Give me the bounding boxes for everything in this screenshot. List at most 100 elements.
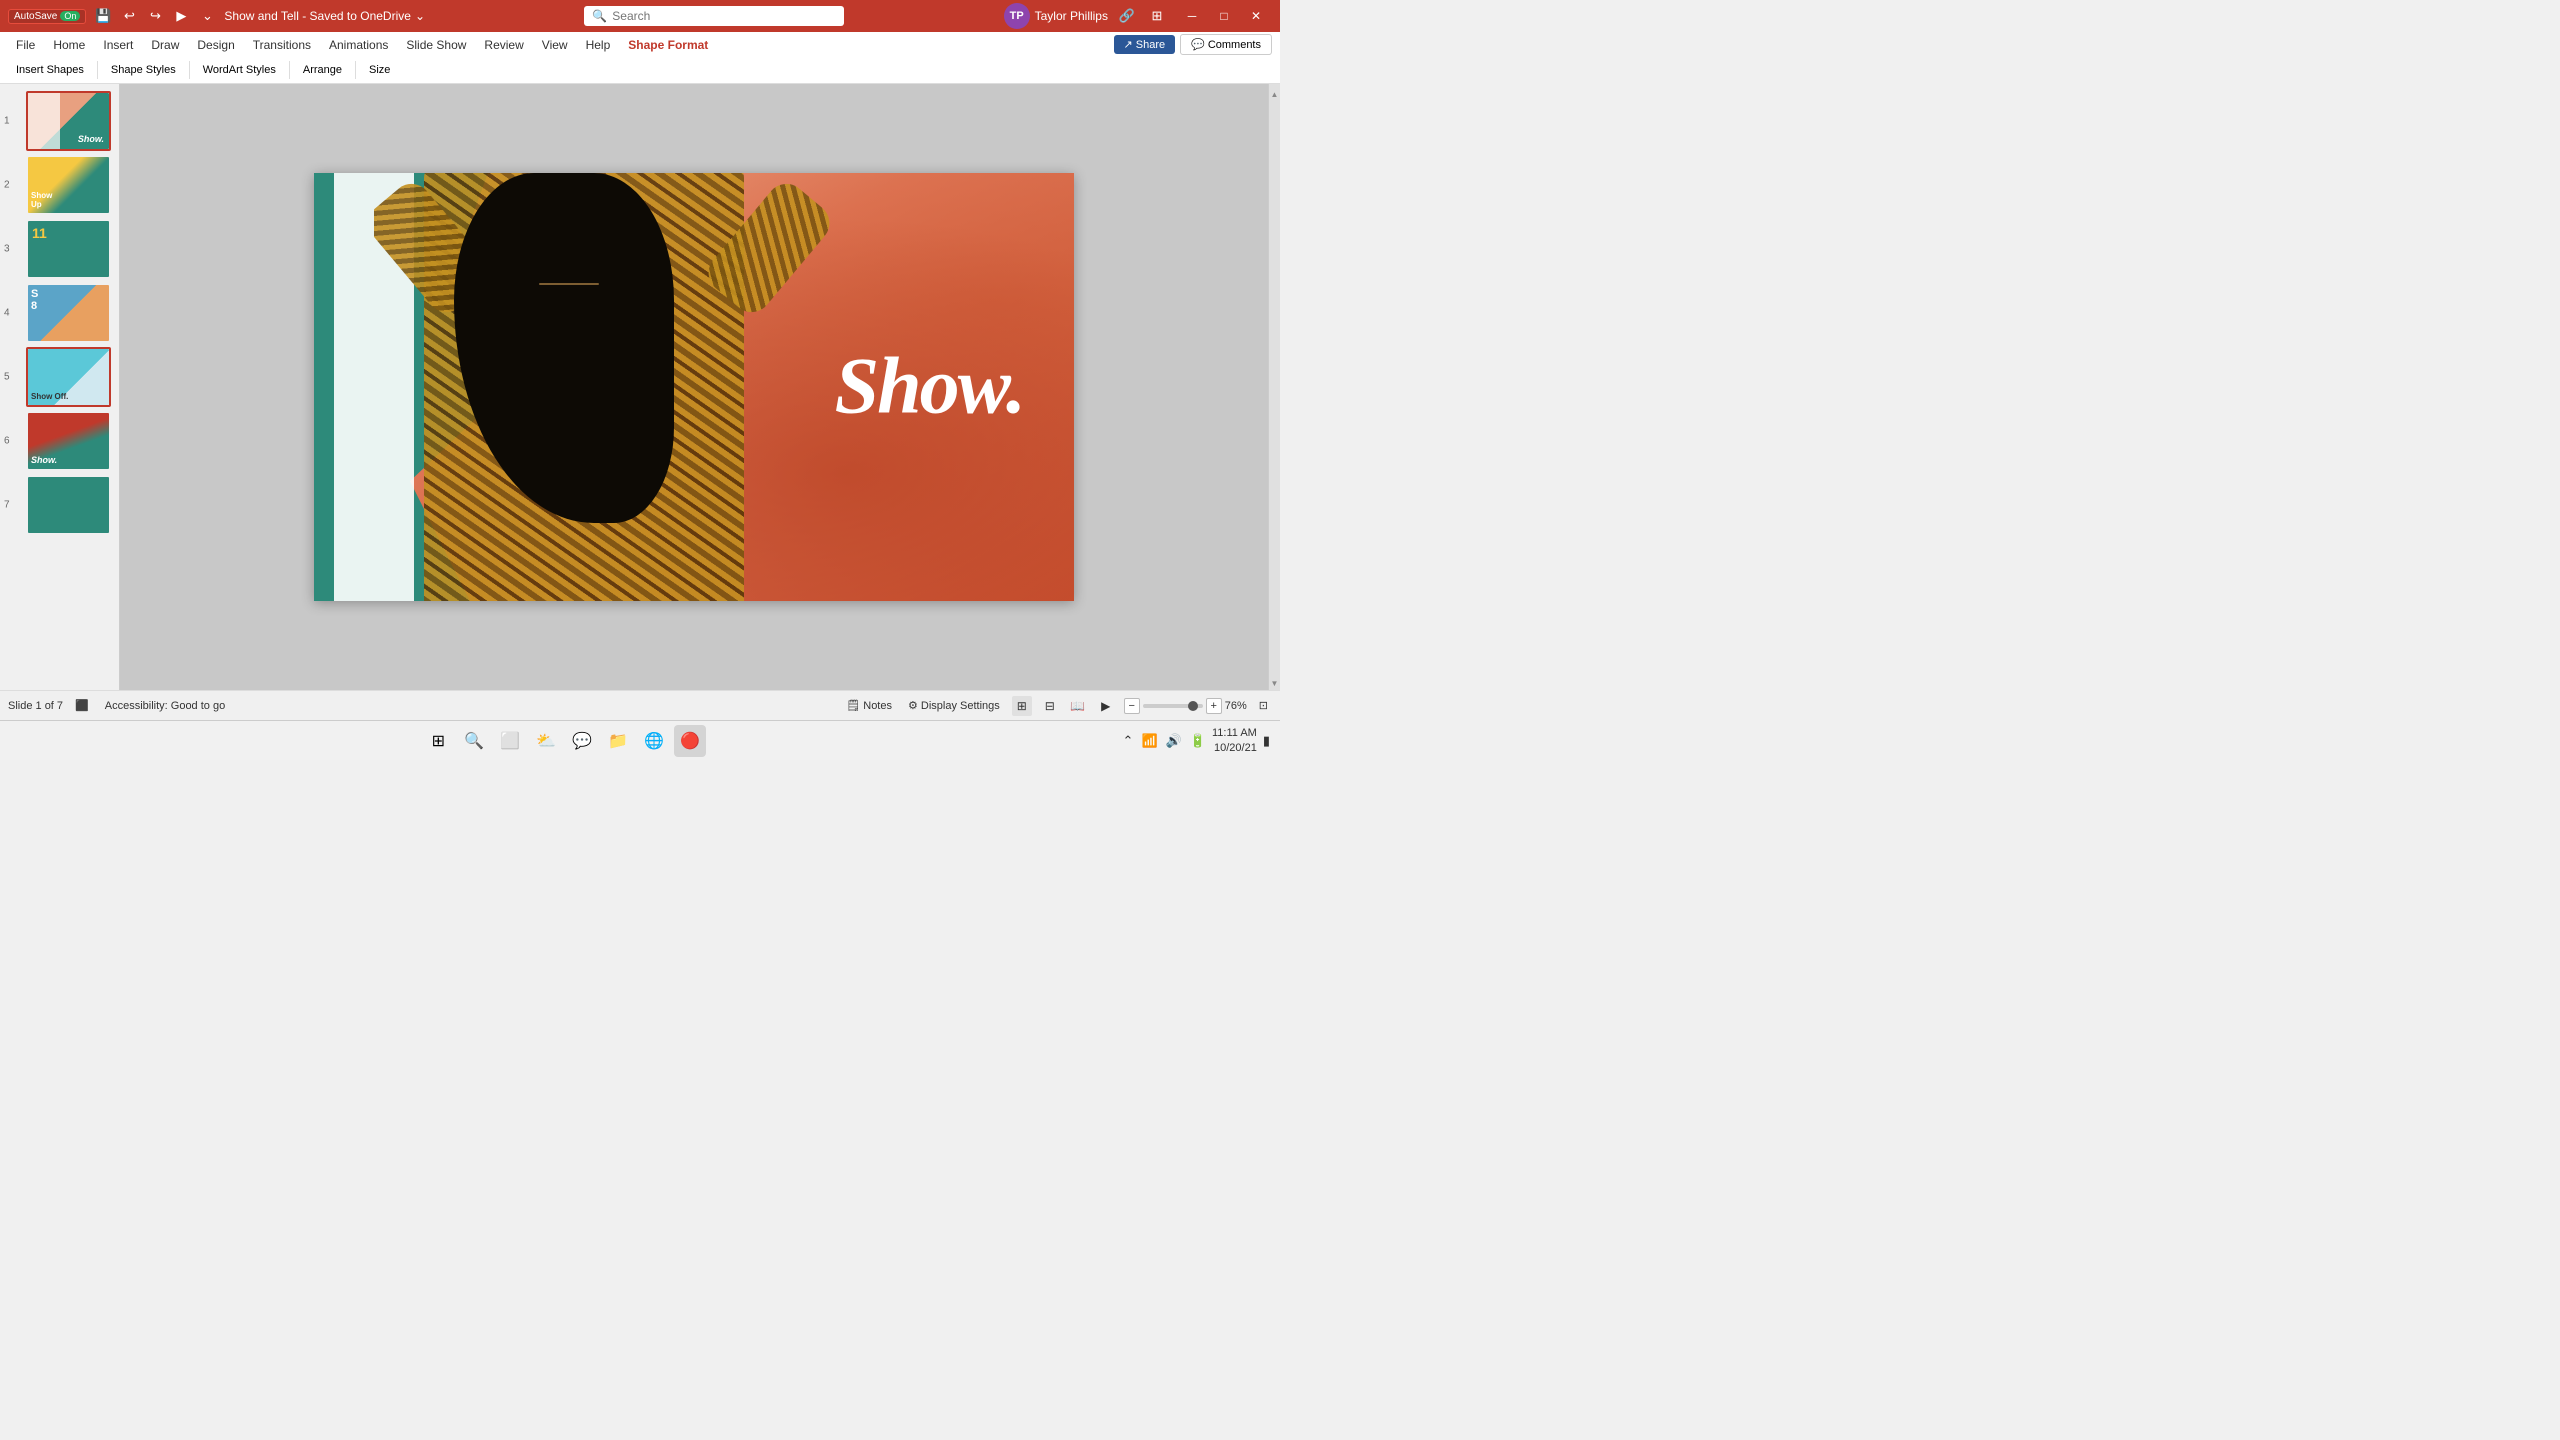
- notes-button[interactable]: 🗒 Notes: [842, 697, 896, 714]
- slide-number-6: 6: [4, 436, 10, 447]
- size-btn[interactable]: Size: [361, 62, 398, 78]
- menu-file[interactable]: File: [8, 36, 43, 54]
- menu-review[interactable]: Review: [476, 36, 531, 54]
- fit-to-window-button[interactable]: ⊡: [1255, 697, 1272, 714]
- zoom-level: 76%: [1225, 700, 1247, 712]
- reading-view-button[interactable]: 📖: [1068, 696, 1088, 716]
- toolbar: Insert Shapes Shape Styles WordArt Style…: [0, 58, 1280, 84]
- tray-battery[interactable]: 🔋: [1188, 731, 1208, 751]
- menu-bar: File Home Insert Draw Design Transitions…: [0, 32, 1280, 58]
- accessibility-icon[interactable]: Accessibility: Good to go: [101, 698, 229, 714]
- minimize-button[interactable]: ─: [1176, 2, 1208, 30]
- user-avatar: TP: [1004, 3, 1030, 29]
- slideshow-view-button[interactable]: ▶: [1096, 696, 1116, 716]
- slide-number-7: 7: [4, 500, 10, 511]
- comments-icon: 💬: [1191, 38, 1205, 51]
- date-display: 10/20/21: [1212, 741, 1257, 755]
- taskbar-center: ⊞ 🔍 ⬜ ⛅ 💬 📁 🌐 🔴: [422, 725, 706, 757]
- search-bar[interactable]: 🔍: [584, 6, 844, 26]
- toolbar-separator-3: [289, 61, 290, 79]
- canvas-area[interactable]: Show.: [120, 84, 1268, 690]
- slide-thumb-1[interactable]: Show.: [26, 91, 111, 151]
- slide-thumb-2[interactable]: ShowUp: [26, 155, 111, 215]
- title-bar-right: TP Taylor Phillips 🔗 ⊞ ─ □ ✕: [1004, 2, 1272, 30]
- normal-view-button[interactable]: ⊞: [1012, 696, 1032, 716]
- more-options-icon[interactable]: ⌄: [196, 5, 218, 27]
- menu-help[interactable]: Help: [578, 36, 619, 54]
- display-settings-label: Display Settings: [921, 700, 1000, 712]
- comments-label: Comments: [1208, 39, 1261, 51]
- menu-view[interactable]: View: [534, 36, 576, 54]
- slide-preview-3: 11: [28, 221, 109, 277]
- zoom-out-button[interactable]: −: [1124, 698, 1140, 714]
- title-bar-left: AutoSave On 💾 ↩ ↪ ▶ ⌄ Show and Tell - Sa…: [8, 5, 425, 27]
- status-right: 🗒 Notes ⚙ Display Settings ⊞ ⊟ 📖 ▶ − + 7…: [842, 696, 1272, 716]
- slide-thumb-6[interactable]: Show.: [26, 411, 111, 471]
- sidebar-arrow-down[interactable]: ▼: [1269, 677, 1281, 690]
- comments-button[interactable]: 💬 Comments: [1180, 34, 1272, 55]
- system-tray: ⌃ 📶 🔊 🔋: [1121, 731, 1208, 751]
- tray-chevron[interactable]: ⌃: [1121, 731, 1136, 751]
- autosave-label: AutoSave: [14, 11, 57, 22]
- undo-icon[interactable]: ↩: [118, 5, 140, 27]
- taskbar-start[interactable]: ⊞: [422, 725, 454, 757]
- accessibility-label: Accessibility: Good to go: [105, 700, 225, 712]
- wordart-styles-btn[interactable]: WordArt Styles: [195, 62, 284, 78]
- datetime[interactable]: 11:11 AM 10/20/21: [1212, 726, 1257, 755]
- taskbar-search[interactable]: 🔍: [458, 725, 490, 757]
- insert-shapes-btn[interactable]: Insert Shapes: [8, 62, 92, 78]
- slide-number-3: 3: [4, 244, 10, 255]
- slide-thumb-3[interactable]: 11: [26, 219, 111, 279]
- tray-volume[interactable]: 🔊: [1164, 731, 1184, 751]
- autosave-badge[interactable]: AutoSave On: [8, 9, 86, 24]
- slide-thumb-4[interactable]: S8: [26, 283, 111, 343]
- slide-notes-toggle-icon[interactable]: ⬛: [71, 697, 93, 714]
- close-button[interactable]: ✕: [1240, 2, 1272, 30]
- slide-thumb-7[interactable]: [26, 475, 111, 535]
- slide-thumb-5[interactable]: Show Off.: [26, 347, 111, 407]
- taskbar-edge[interactable]: 🌐: [638, 725, 670, 757]
- share-button[interactable]: ↗ Share: [1114, 35, 1176, 54]
- slide-number-4: 4: [4, 308, 10, 319]
- linkedin-icon[interactable]: 🔗: [1116, 5, 1138, 27]
- menu-transitions[interactable]: Transitions: [245, 36, 319, 54]
- restore-button[interactable]: □: [1208, 2, 1240, 30]
- present-icon[interactable]: ▶: [170, 5, 192, 27]
- zoom-in-button[interactable]: +: [1206, 698, 1222, 714]
- main-slide[interactable]: Show.: [314, 173, 1074, 601]
- tray-network[interactable]: 📶: [1139, 731, 1159, 751]
- sidebar-arrow-up[interactable]: ▲: [1269, 88, 1281, 101]
- taskbar-explorer[interactable]: 📁: [602, 725, 634, 757]
- slide-sorter-button[interactable]: ⊟: [1040, 696, 1060, 716]
- autosave-toggle[interactable]: On: [60, 11, 80, 21]
- menu-slideshow[interactable]: Slide Show: [398, 36, 474, 54]
- taskbar-widgets[interactable]: ⛅: [530, 725, 562, 757]
- person-necklace: [539, 283, 599, 285]
- zoom-thumb[interactable]: [1188, 701, 1198, 711]
- slide-person-area: [374, 173, 854, 601]
- title-bar: AutoSave On 💾 ↩ ↪ ▶ ⌄ Show and Tell - Sa…: [0, 0, 1280, 32]
- search-input[interactable]: [612, 9, 836, 23]
- zoom-slider[interactable]: [1143, 704, 1203, 708]
- redo-icon[interactable]: ↪: [144, 5, 166, 27]
- shape-styles-btn[interactable]: Shape Styles: [103, 62, 184, 78]
- arrange-btn[interactable]: Arrange: [295, 62, 350, 78]
- taskbar-chat[interactable]: 💬: [566, 725, 598, 757]
- taskbar-taskview[interactable]: ⬜: [494, 725, 526, 757]
- display-settings-button[interactable]: ⚙ Display Settings: [904, 697, 1004, 714]
- menu-insert[interactable]: Insert: [95, 36, 141, 54]
- doc-title-chevron[interactable]: ⌄: [415, 9, 425, 23]
- menu-animations[interactable]: Animations: [321, 36, 396, 54]
- menu-home[interactable]: Home: [45, 36, 93, 54]
- document-title: Show and Tell - Saved to OneDrive ⌄: [224, 9, 425, 23]
- status-left: Slide 1 of 7 ⬛ Accessibility: Good to go: [8, 697, 229, 714]
- menu-design[interactable]: Design: [189, 36, 242, 54]
- show-desktop-button[interactable]: ▮: [1261, 731, 1272, 751]
- save-icon[interactable]: 💾: [92, 5, 114, 27]
- menu-shape-format[interactable]: Shape Format: [620, 36, 716, 54]
- menu-draw[interactable]: Draw: [143, 36, 187, 54]
- taskbar-powerpoint[interactable]: 🔴: [674, 725, 706, 757]
- switch-account-icon[interactable]: ⊞: [1146, 5, 1168, 27]
- user-info[interactable]: TP Taylor Phillips: [1004, 3, 1108, 29]
- right-sidebar: ▲ ▼: [1268, 84, 1280, 690]
